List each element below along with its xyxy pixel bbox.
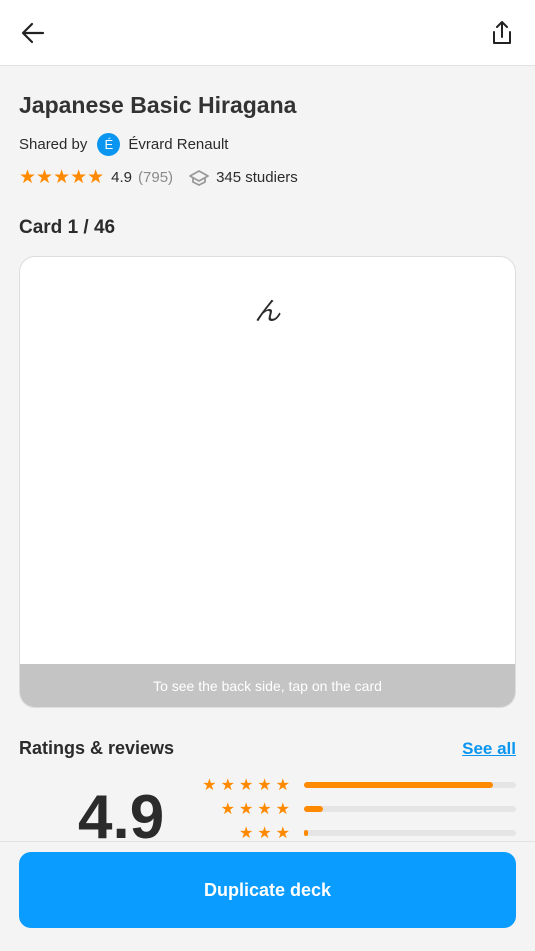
flashcard[interactable]: ん To see the back side, tap on the card	[19, 256, 516, 708]
card-front-text: ん	[254, 297, 281, 327]
back-arrow-icon[interactable]	[18, 18, 48, 48]
rating-bar-track	[304, 806, 516, 812]
rating-bar-fill	[304, 806, 324, 812]
rating-distribution-row: ★★★★	[184, 799, 516, 819]
shared-by: Shared by É Évrard Renault	[19, 133, 228, 156]
top-bar	[0, 0, 535, 66]
footer: Duplicate deck	[0, 841, 535, 951]
flip-hint: To see the back side, tap on the card	[20, 664, 515, 707]
row-stars: ★★★	[238, 825, 294, 842]
card-counter: Card 1 / 46	[19, 217, 116, 238]
rating-bar-fill	[304, 782, 493, 788]
shared-by-label: Shared by	[19, 136, 88, 153]
rating-value: 4.9	[111, 169, 133, 186]
rating-bar-fill	[304, 830, 309, 836]
share-icon[interactable]	[487, 18, 517, 48]
graduation-cap-icon	[189, 169, 209, 186]
avatar[interactable]: É	[97, 133, 121, 156]
deck-rating: ★★★★★ 4.9 (795) 345 studiers	[19, 166, 298, 189]
rating-distribution-row: ★★★★★	[184, 775, 516, 795]
duplicate-deck-button[interactable]: Duplicate deck	[19, 852, 516, 928]
rating-bar-track	[304, 782, 516, 788]
rating-stars: ★★★★★	[19, 167, 105, 188]
see-all-link[interactable]: See all	[462, 739, 516, 759]
rating-count: (795)	[138, 169, 174, 186]
studiers-count: 345 studiers	[216, 169, 298, 186]
deck-title: Japanese Basic Hiragana	[19, 92, 297, 118]
rating-distribution-row: ★★★	[184, 823, 516, 843]
ratings-heading: Ratings & reviews	[19, 738, 175, 758]
rating-bar-track	[304, 830, 516, 836]
row-stars: ★★★★★	[202, 777, 294, 794]
row-stars: ★★★★	[220, 801, 294, 818]
author-name[interactable]: Évrard Renault	[128, 136, 228, 153]
